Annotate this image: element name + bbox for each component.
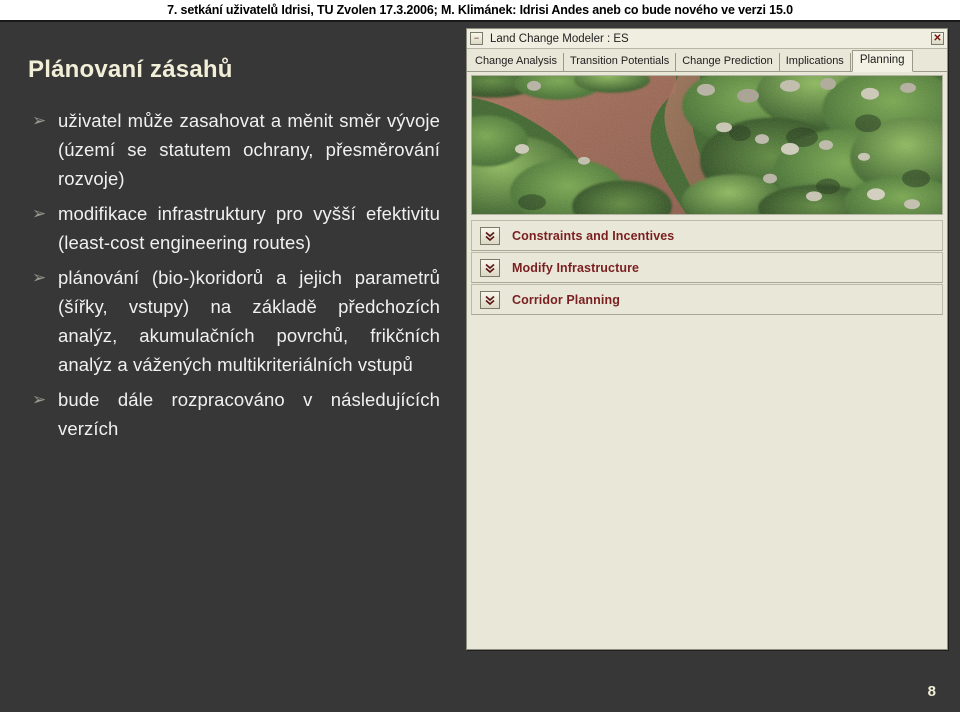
- panel-corridor-planning[interactable]: Corridor Planning: [471, 284, 943, 315]
- chevron-double-down-icon[interactable]: [480, 290, 500, 309]
- page-number: 8: [927, 683, 936, 700]
- list-item-label: modifikace infrastruktury pro vyšší efek…: [58, 203, 440, 253]
- panel-constraints-and-incentives[interactable]: Constraints and Incentives: [471, 220, 943, 251]
- close-icon[interactable]: ✕: [931, 32, 944, 45]
- minimize-icon[interactable]: −: [470, 32, 483, 45]
- arrow-bullet-icon: ➢: [32, 268, 47, 287]
- page-title: Plánovaní zásahů: [28, 56, 233, 83]
- tab-transition-potentials[interactable]: Transition Potentials: [564, 53, 677, 71]
- tab-planning[interactable]: Planning: [851, 50, 913, 72]
- tab-implications[interactable]: Implications: [780, 53, 851, 71]
- panel-label: Constraints and Incentives: [512, 228, 675, 243]
- window-titlebar: − Land Change Modeler : ES ✕: [467, 29, 947, 49]
- tab-change-analysis[interactable]: Change Analysis: [469, 53, 564, 71]
- list-item-label: uživatel může zasahovat a měnit směr výv…: [58, 110, 440, 189]
- list-item: ➢ bude dále rozpracováno v následujících…: [30, 385, 440, 443]
- window-title: Land Change Modeler : ES: [490, 32, 629, 45]
- list-item: ➢ plánování (bio-)koridorů a jejich para…: [30, 263, 440, 379]
- arrow-bullet-icon: ➢: [32, 390, 47, 409]
- chevron-double-down-icon[interactable]: [480, 226, 500, 245]
- panel-label: Corridor Planning: [512, 292, 620, 307]
- accordion-panel-group: Constraints and Incentives Modify Infras…: [467, 218, 947, 316]
- arrow-bullet-icon: ➢: [32, 111, 47, 130]
- presentation-header: 7. setkání uživatelů Idrisi, TU Zvolen 1…: [0, 0, 960, 22]
- banner-image-container: [467, 72, 947, 218]
- list-item-label: plánování (bio-)koridorů a jejich parame…: [58, 267, 440, 375]
- bullet-list: ➢ uživatel může zasahovat a měnit směr v…: [30, 106, 440, 449]
- arrow-bullet-icon: ➢: [32, 204, 47, 223]
- list-item: ➢ uživatel může zasahovat a měnit směr v…: [30, 106, 440, 193]
- chevron-double-down-icon[interactable]: [480, 258, 500, 277]
- window-empty-body: [467, 316, 947, 649]
- panel-modify-infrastructure[interactable]: Modify Infrastructure: [471, 252, 943, 283]
- list-item-label: bude dále rozpracováno v následujících v…: [58, 389, 440, 439]
- tab-bar: Change Analysis Transition Potentials Ch…: [467, 49, 947, 72]
- list-item: ➢ modifikace infrastruktury pro vyšší ef…: [30, 199, 440, 257]
- panel-label: Modify Infrastructure: [512, 260, 640, 275]
- land-change-modeler-window: − Land Change Modeler : ES ✕ Change Anal…: [466, 28, 948, 650]
- header-title: 7. setkání uživatelů Idrisi, TU Zvolen 1…: [167, 3, 793, 17]
- rainforest-river-aerial-image: [471, 75, 943, 215]
- slide-canvas: Plánovaní zásahů ➢ uživatel může zasahov…: [0, 22, 960, 712]
- tab-change-prediction[interactable]: Change Prediction: [676, 53, 780, 71]
